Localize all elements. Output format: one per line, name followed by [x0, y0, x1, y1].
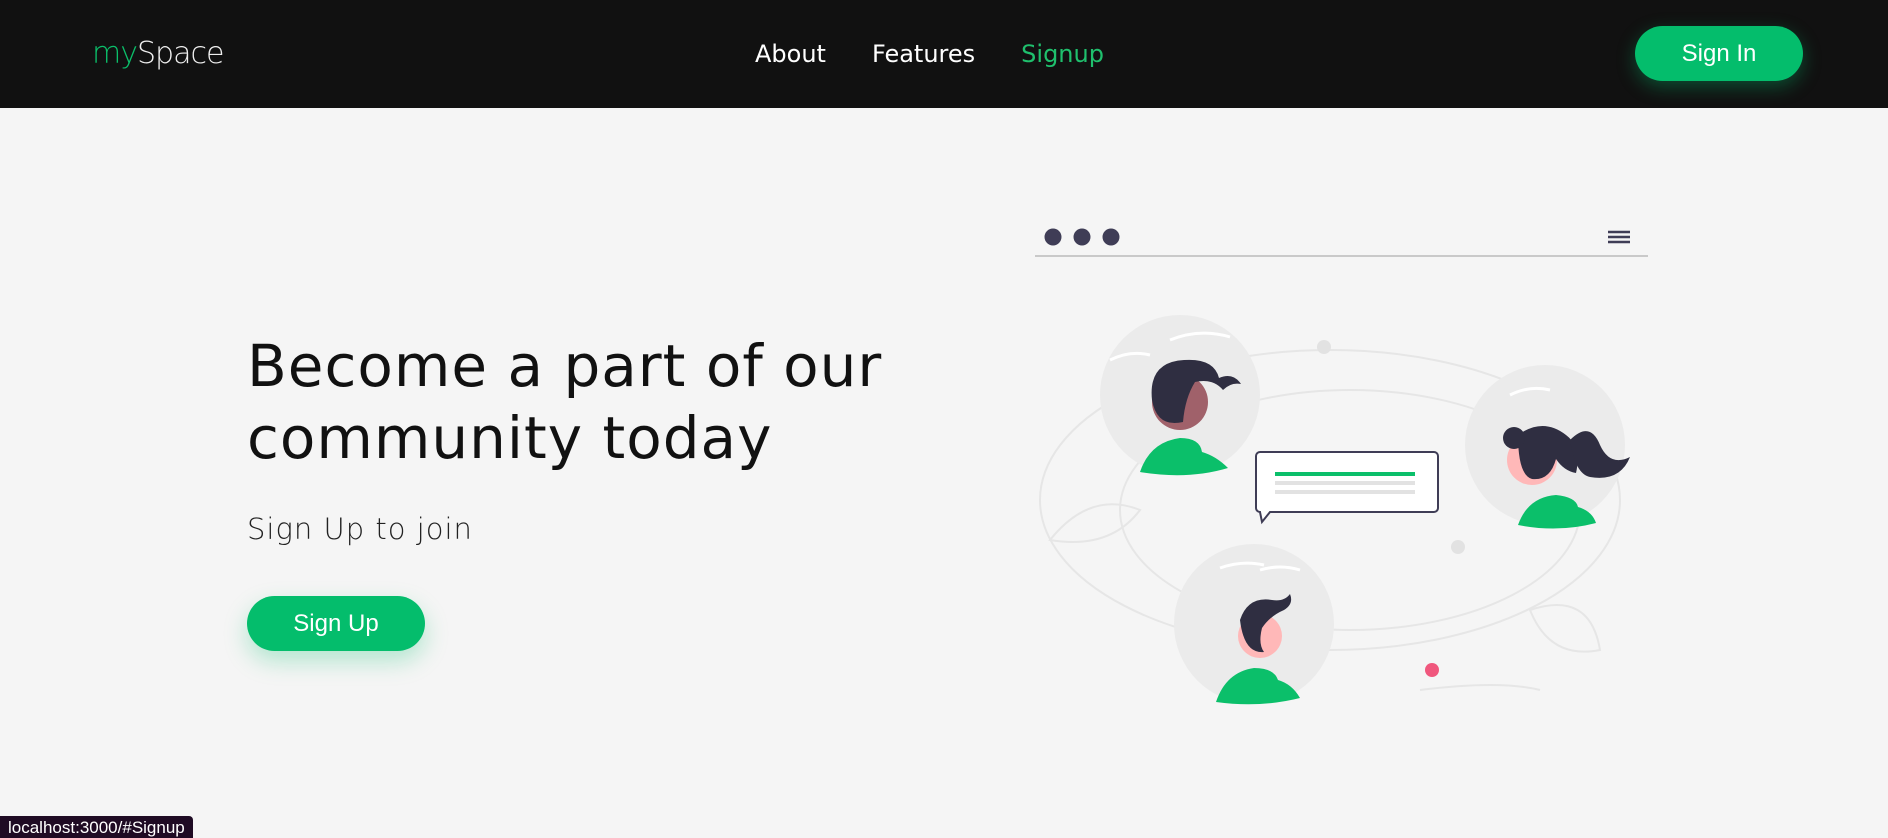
hero-title: Become a part of our community today: [247, 330, 947, 474]
sign-up-button[interactable]: Sign Up: [247, 596, 425, 651]
decor-dot: [1451, 540, 1465, 554]
nav-link-signup[interactable]: Signup: [1021, 38, 1104, 70]
avatar-boy-icon: [1174, 544, 1334, 705]
navbar: mySpace About Features Signup Sign In: [0, 0, 1888, 108]
community-illustration: [1030, 210, 1650, 720]
community-illustration-svg: [1035, 228, 1648, 705]
nav-links: About Features Signup: [755, 38, 1104, 70]
logo[interactable]: mySpace: [92, 34, 224, 74]
avatar-man-icon: [1100, 315, 1260, 476]
sign-in-button[interactable]: Sign In: [1635, 26, 1803, 81]
browser-status-bar: localhost:3000/#Signup: [0, 816, 193, 838]
window-dots-icon: [1044, 228, 1120, 246]
chat-bubble-icon: [1255, 451, 1439, 525]
hero-title-line-2: community today: [247, 404, 773, 472]
hero-subtitle: Sign Up to join: [247, 512, 473, 546]
hamburger-menu-icon: [1608, 230, 1630, 244]
nav-link-about[interactable]: About: [755, 38, 826, 70]
hero-title-line-1: Become a part of our: [247, 332, 883, 400]
logo-part-my: my: [92, 36, 138, 71]
decor-dot-pink: [1425, 663, 1439, 677]
nav-link-features[interactable]: Features: [872, 38, 975, 70]
logo-part-space: Space: [136, 36, 224, 71]
decor-dot: [1317, 340, 1331, 354]
avatar-woman-icon: [1465, 365, 1630, 529]
